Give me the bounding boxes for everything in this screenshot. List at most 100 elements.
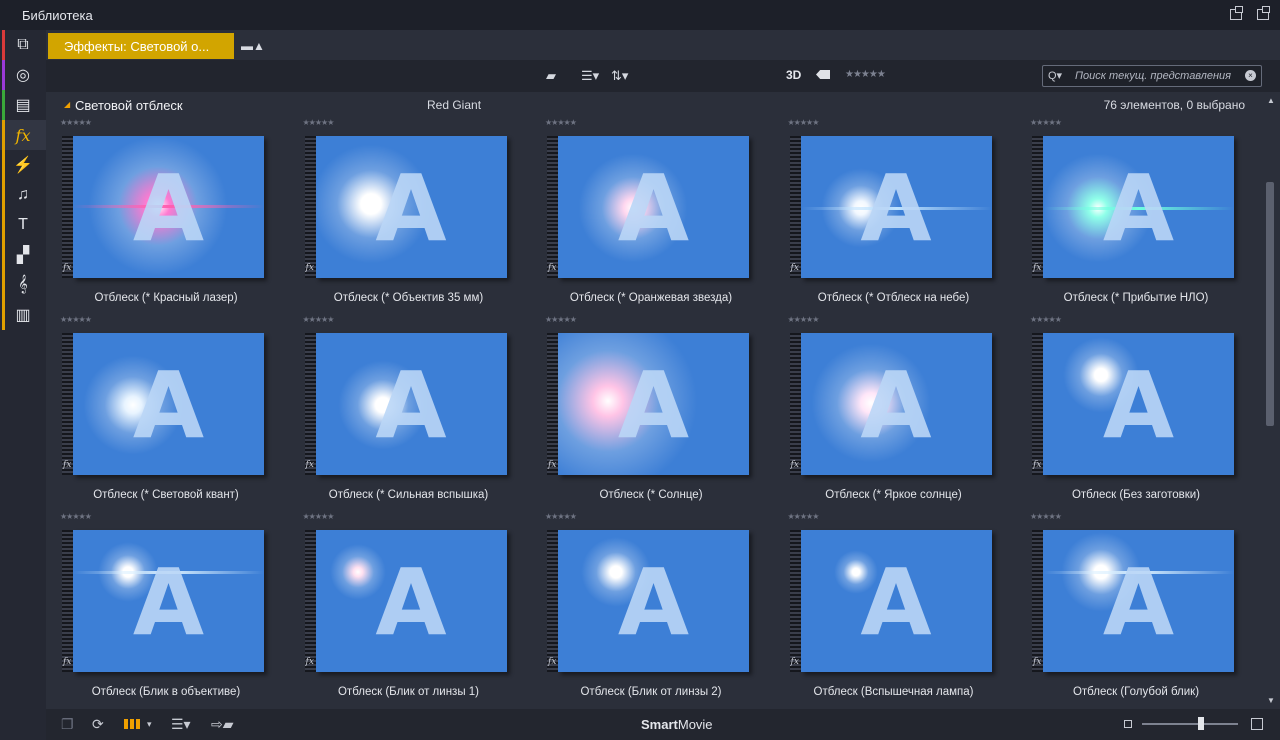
item-rating[interactable]: ★★★★★	[60, 512, 92, 521]
3d-filter-button[interactable]: 3D	[786, 68, 801, 82]
effect-item[interactable]: ★★★★★ Afx Отблеск (Блик от линзы 1)	[289, 511, 509, 707]
effect-item[interactable]: ★★★★★ Afx Отблеск (* Солнце)	[531, 314, 751, 510]
effect-thumbnail[interactable]: A	[1043, 530, 1234, 672]
sidebar-item-fx[interactable]: fx	[0, 120, 46, 150]
undock-icon[interactable]	[1230, 6, 1243, 20]
item-rating[interactable]: ★★★★★	[545, 315, 577, 324]
effect-item[interactable]: ★★★★★ Afx Отблеск (Блик от линзы 2)	[531, 511, 751, 707]
effect-thumbnail[interactable]: A	[73, 333, 264, 475]
effect-thumbnail[interactable]: A	[315, 530, 507, 672]
filmstrip-edge	[547, 136, 558, 278]
add-tab-icon[interactable]: ▬▲	[241, 39, 265, 53]
item-rating[interactable]: ★★★★★	[788, 512, 820, 521]
effect-item[interactable]: ★★★★★ Afx Отблеск (* Объектив 35 мм)	[289, 117, 509, 313]
sidebar-item-transition[interactable]: ⚡	[0, 150, 46, 180]
effect-item[interactable]: ★★★★★ Afx Отблеск (* Световой квант)	[46, 314, 266, 510]
group-name[interactable]: Световой отблеск	[75, 98, 183, 113]
item-rating[interactable]: ★★★★★	[788, 118, 820, 127]
item-rating[interactable]: ★★★★★	[60, 315, 92, 324]
category-color-strip	[2, 300, 5, 330]
zoom-slider[interactable]	[1142, 723, 1238, 725]
filmstrip-edge	[304, 530, 316, 672]
sidebar-item-title-text[interactable]: T	[0, 210, 46, 240]
effect-thumbnail[interactable]: A	[558, 136, 749, 278]
category-color-strip	[2, 90, 5, 120]
scroll-thumb[interactable]	[1266, 182, 1274, 426]
effect-thumbnail[interactable]: A	[800, 136, 992, 278]
effect-thumbnail[interactable]: A	[558, 530, 749, 672]
effect-thumbnail[interactable]: A	[73, 530, 264, 672]
category-color-strip	[2, 270, 5, 300]
zoom-out-icon[interactable]	[1124, 720, 1132, 728]
sidebar-item-collections[interactable]: ▤	[0, 90, 46, 120]
effect-item[interactable]: ★★★★★ Afx Отблеск (Вспышечная лампа)	[774, 511, 994, 707]
zoom-handle[interactable]	[1198, 717, 1204, 730]
effect-thumbnail[interactable]: A	[800, 333, 992, 475]
item-rating[interactable]: ★★★★★	[1030, 315, 1062, 324]
sidebar-item-montage[interactable]: ▞	[0, 240, 46, 270]
item-rating[interactable]: ★★★★★	[303, 315, 335, 324]
effect-item[interactable]: ★★★★★ Afx Отблеск (* Прибытие НЛО)	[1016, 117, 1236, 313]
tab-effects[interactable]: Эффекты: Световой о...	[48, 33, 234, 59]
effect-item[interactable]: ★★★★★ Afx Отблеск (* Оранжевая звезда)	[531, 117, 751, 313]
effect-thumbnail[interactable]: A	[73, 136, 264, 278]
item-rating[interactable]: ★★★★★	[1030, 512, 1062, 521]
effect-thumbnail[interactable]: A	[558, 333, 749, 475]
sidebar-item-treble-clef[interactable]: 𝄞	[0, 270, 46, 300]
item-rating[interactable]: ★★★★★	[60, 118, 92, 127]
effect-item[interactable]: ★★★★★ Afx Отблеск (* Красный лазер)	[46, 117, 266, 313]
restore-icon[interactable]	[1257, 6, 1270, 20]
item-rating[interactable]: ★★★★★	[545, 512, 577, 521]
fx-badge-icon: fx	[1033, 657, 1042, 667]
chevron-down-icon[interactable]: ▾	[147, 719, 152, 730]
sort-icon[interactable]: ⇅▾	[611, 68, 628, 84]
item-rating[interactable]: ★★★★★	[788, 315, 820, 324]
export-folder-icon[interactable]: ⇨▰	[211, 716, 234, 733]
rating-filter[interactable]: ★★★★★	[845, 69, 886, 80]
category-color-strip	[2, 150, 5, 180]
scroll-down-icon[interactable]: ▼	[1267, 696, 1275, 705]
effect-label: Отблеск (* Световой квант)	[93, 489, 239, 501]
item-rating[interactable]: ★★★★★	[303, 512, 335, 521]
search-field[interactable]: Q▾ Поиск текущ. представления ×	[1042, 65, 1262, 87]
effect-item[interactable]: ★★★★★ Afx Отблеск (Блик в объективе)	[46, 511, 266, 707]
fx-badge-icon: fx	[548, 263, 557, 273]
folder-icon[interactable]: ▰	[546, 68, 556, 84]
sidebar-item-film-reel[interactable]: ◎	[0, 60, 46, 90]
item-rating[interactable]: ★★★★★	[1030, 118, 1062, 127]
smartmovie-button[interactable]: SmartMovie	[641, 717, 713, 732]
effect-label: Отблеск (Блик от линзы 2)	[580, 686, 722, 698]
vertical-scrollbar[interactable]: ▲ ▼	[1262, 92, 1280, 709]
zoom-in-icon[interactable]	[1251, 718, 1263, 730]
search-icon[interactable]: Q▾	[1048, 69, 1062, 82]
copy-icon[interactable]: ❐	[61, 716, 74, 733]
sidebar-item-music-note[interactable]: ♫	[0, 180, 46, 210]
collapse-triangle-icon[interactable]: ◢	[64, 100, 70, 109]
filmstrip-edge	[1032, 530, 1043, 672]
list-view-icon[interactable]: ☰▾	[171, 716, 191, 733]
effect-thumbnail[interactable]: A	[315, 136, 507, 278]
tag-icon[interactable]	[816, 70, 830, 79]
item-rating[interactable]: ★★★★★	[303, 118, 335, 127]
title-bar: Библиотека	[0, 0, 1280, 30]
effect-thumbnail[interactable]: A	[1043, 333, 1234, 475]
effect-thumbnail[interactable]: A	[1043, 136, 1234, 278]
effect-item[interactable]: ★★★★★ Afx Отблеск (* Яркое солнце)	[774, 314, 994, 510]
item-rating[interactable]: ★★★★★	[545, 118, 577, 127]
fx-badge-icon: fx	[1033, 460, 1042, 470]
effect-thumbnail[interactable]: A	[315, 333, 507, 475]
scroll-up-icon[interactable]: ▲	[1267, 96, 1275, 105]
grid-view-icon[interactable]	[124, 719, 140, 729]
thumbnail-letter: A	[375, 155, 447, 262]
refresh-icon[interactable]: ⟳	[92, 716, 104, 733]
list-view-icon[interactable]: ☰▾	[581, 68, 599, 84]
effect-item[interactable]: ★★★★★ Afx Отблеск (Голубой блик)	[1016, 511, 1236, 707]
effect-item[interactable]: ★★★★★ Afx Отблеск (Без заготовки)	[1016, 314, 1236, 510]
effect-label: Отблеск (* Отблеск на небе)	[817, 292, 970, 304]
effect-item[interactable]: ★★★★★ Afx Отблеск (* Отблеск на небе)	[774, 117, 994, 313]
effect-item[interactable]: ★★★★★ Afx Отблеск (* Сильная вспышка)	[289, 314, 509, 510]
sidebar-item-project-bin[interactable]: ⧉	[0, 30, 46, 60]
effect-thumbnail[interactable]: A	[800, 530, 992, 672]
sidebar-item-piano[interactable]: ▥	[0, 300, 46, 330]
clear-search-icon[interactable]: ×	[1245, 70, 1256, 81]
